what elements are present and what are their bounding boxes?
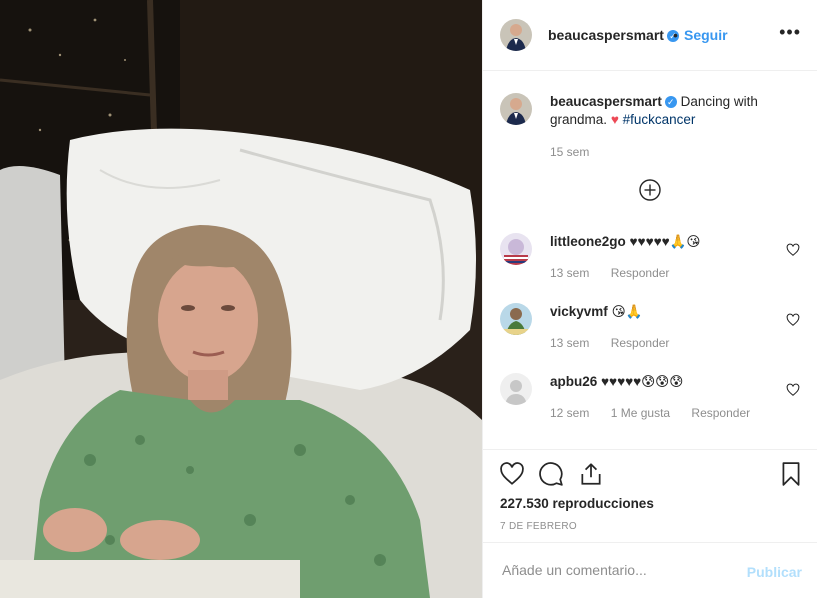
caption-timestamp[interactable]: 15 sem: [550, 145, 589, 159]
hashtag-link[interactable]: #fuckcancer: [623, 112, 696, 127]
comment-icon[interactable]: [538, 461, 564, 487]
comment-meta: 12 sem 1 Me gusta Responder: [550, 406, 768, 420]
comment-input[interactable]: [500, 561, 744, 579]
view-count[interactable]: 227.530 reproducciones: [500, 496, 654, 511]
reply-button[interactable]: Responder: [691, 406, 750, 420]
comment-meta: 13 sem Responder: [550, 266, 687, 280]
comment-timestamp[interactable]: 13 sem: [550, 266, 589, 280]
author-username-link[interactable]: beaucaspersmart ✓: [548, 27, 679, 43]
comment-timestamp[interactable]: 13 sem: [550, 336, 589, 350]
comment-text-block: apbu26 ♥♥♥♥♥😰😰😰: [550, 373, 780, 391]
verified-badge-icon: ✓: [664, 96, 677, 109]
heart-icon[interactable]: [786, 243, 800, 257]
follow-button[interactable]: Seguir: [684, 27, 728, 43]
comment-likes-count[interactable]: 1 Me gusta: [611, 406, 670, 420]
publish-button[interactable]: Publicar: [747, 564, 802, 580]
caption-meta: 15 sem: [550, 145, 607, 159]
plus-circle-icon[interactable]: [639, 179, 661, 201]
comment-composer: Publicar: [483, 542, 817, 599]
comment-text: ♥♥♥♥♥😰😰😰: [601, 374, 684, 389]
instagram-post-view: beaucaspersmart ✓ • Seguir ••• beaucaspe…: [0, 0, 817, 598]
comment-text-block: vickyvmf 😘🙏: [550, 303, 780, 321]
post-caption: beaucaspersmart ✓ Dancing with grandma. ♥…: [500, 93, 800, 163]
heart-emoji: ♥: [610, 112, 619, 127]
post-actions: 227.530 reproducciones 7 DE FEBRERO: [483, 449, 817, 543]
caption-text-block: beaucaspersmart ✓ Dancing with grandma. ♥…: [550, 93, 780, 129]
comment-item: apbu26 ♥♥♥♥♥😰😰😰 12 sem 1 Me gusta Respon…: [500, 373, 800, 423]
heart-icon[interactable]: [786, 313, 800, 327]
heart-icon[interactable]: [786, 383, 800, 397]
reply-button[interactable]: Responder: [611, 336, 670, 350]
author-username[interactable]: beaucaspersmart: [548, 27, 664, 43]
post-header: beaucaspersmart ✓ • Seguir •••: [483, 0, 817, 71]
commenter-avatar[interactable]: [500, 373, 532, 405]
post-video[interactable]: [0, 0, 482, 598]
more-options-icon[interactable]: •••: [779, 22, 801, 43]
share-icon[interactable]: [578, 461, 604, 487]
comment-item: littleone2go ♥♥♥♥♥🙏😘 13 sem Responder: [500, 233, 800, 283]
caption-username[interactable]: beaucaspersmart: [550, 94, 662, 109]
reply-button[interactable]: Responder: [611, 266, 670, 280]
video-frame-image: [0, 0, 482, 598]
comments-section: beaucaspersmart ✓ Dancing with grandma. ♥…: [483, 71, 817, 449]
author-avatar[interactable]: [500, 93, 532, 125]
post-details-panel: beaucaspersmart ✓ • Seguir ••• beaucaspe…: [482, 0, 817, 598]
comment-text: 😘🙏: [611, 304, 643, 319]
post-date[interactable]: 7 DE FEBRERO: [500, 521, 577, 532]
comment-timestamp[interactable]: 12 sem: [550, 406, 589, 420]
like-heart-icon[interactable]: [499, 461, 525, 487]
commenter-avatar[interactable]: [500, 233, 532, 265]
bookmark-icon[interactable]: [778, 461, 804, 487]
separator-dot: •: [673, 27, 678, 43]
commenter-username[interactable]: vickyvmf: [550, 304, 608, 319]
author-avatar[interactable]: [500, 19, 532, 51]
comment-text: ♥♥♥♥♥🙏😘: [629, 234, 701, 249]
comment-item: vickyvmf 😘🙏 13 sem Responder: [500, 303, 800, 353]
commenter-username[interactable]: apbu26: [550, 374, 597, 389]
commenter-avatar[interactable]: [500, 303, 532, 335]
commenter-username[interactable]: littleone2go: [550, 234, 626, 249]
comment-meta: 13 sem Responder: [550, 336, 687, 350]
comment-text-block: littleone2go ♥♥♥♥♥🙏😘: [550, 233, 780, 251]
